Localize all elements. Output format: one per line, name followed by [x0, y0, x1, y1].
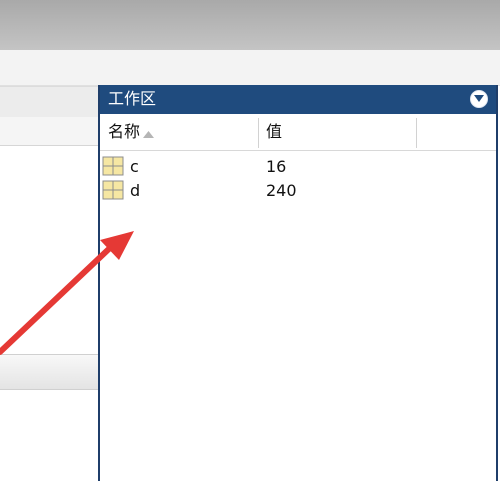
- workspace-title-bar: 工作区: [100, 85, 496, 114]
- column-separator[interactable]: [258, 118, 259, 148]
- workspace-panel: 工作区 名称 值 c 16 d 240: [98, 85, 498, 481]
- left-panel-subheader: [0, 117, 98, 146]
- column-separator[interactable]: [416, 118, 417, 148]
- column-header-row: 名称 值: [100, 114, 496, 151]
- left-panel-header: [0, 86, 98, 118]
- column-header-name[interactable]: 名称: [108, 114, 155, 151]
- window-title-bar: [0, 0, 500, 50]
- matrix-variable-icon: [102, 180, 124, 200]
- variable-name: c: [130, 157, 139, 176]
- column-header-name-label: 名称: [108, 122, 141, 141]
- workspace-title: 工作区: [108, 89, 157, 108]
- variable-row[interactable]: d 240: [100, 179, 496, 202]
- left-lower-panel-header: [0, 354, 98, 390]
- variable-value: 240: [266, 181, 297, 200]
- matrix-variable-icon: [102, 156, 124, 176]
- variable-name: d: [130, 181, 141, 200]
- column-header-value-label: 值: [266, 122, 283, 141]
- sort-up-icon: [143, 115, 155, 151]
- chevron-down-circle-icon[interactable]: [470, 90, 488, 108]
- variable-row[interactable]: c 16: [100, 155, 496, 178]
- column-header-value[interactable]: 值: [266, 114, 282, 150]
- toolstrip: [0, 50, 500, 86]
- variable-value: 16: [266, 157, 287, 176]
